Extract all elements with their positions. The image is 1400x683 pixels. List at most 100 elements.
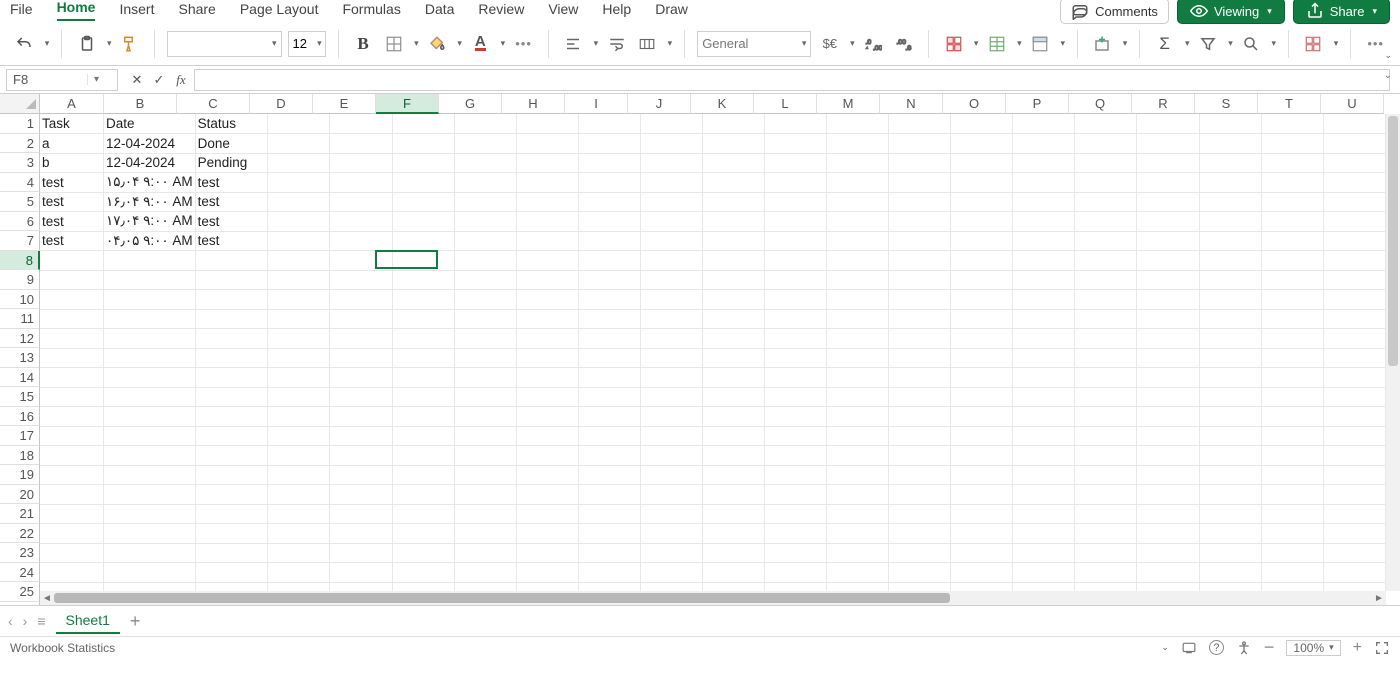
cell[interactable] [640,114,702,134]
cell[interactable] [702,270,764,290]
cell[interactable] [330,543,392,563]
cell[interactable] [268,368,330,388]
cell[interactable] [578,173,640,193]
cell[interactable] [889,368,951,388]
cell[interactable] [268,231,330,251]
cell[interactable] [104,465,196,485]
cell[interactable] [1261,387,1323,407]
menu-help[interactable]: Help [602,1,631,21]
cell[interactable] [1137,329,1199,349]
cell[interactable] [889,504,951,524]
cell[interactable] [40,524,104,544]
cell[interactable] [40,368,104,388]
cell[interactable] [578,329,640,349]
cell[interactable] [1013,426,1075,446]
cell[interactable] [951,368,1013,388]
row-header[interactable]: 11 [0,309,40,329]
cell[interactable] [392,309,454,329]
formula-input-wrap[interactable] [194,69,1390,91]
cell[interactable] [268,192,330,212]
cell[interactable] [1323,114,1385,134]
row-header[interactable]: 14 [0,368,40,388]
cell[interactable] [392,134,454,154]
cell[interactable] [951,251,1013,271]
cell[interactable] [1013,231,1075,251]
cell[interactable] [1137,543,1199,563]
menu-home[interactable]: Home [57,0,96,21]
cell[interactable] [330,134,392,154]
cell[interactable] [104,348,196,368]
cell[interactable] [1199,407,1261,427]
sort-filter-button[interactable] [1196,31,1221,57]
cell[interactable] [104,543,196,563]
cell[interactable] [1013,251,1075,271]
cell[interactable] [104,368,196,388]
cell[interactable] [516,407,578,427]
cell[interactable] [1075,329,1137,349]
cell[interactable] [827,290,889,310]
cell[interactable] [1199,212,1261,232]
cell[interactable] [454,231,516,251]
insert-cells-button[interactable] [1090,31,1115,57]
cell[interactable] [827,524,889,544]
cell[interactable] [640,192,702,212]
cell[interactable] [1075,407,1137,427]
cell[interactable] [330,446,392,466]
cell[interactable] [827,251,889,271]
cell[interactable] [640,426,702,446]
cell[interactable] [765,173,827,193]
cell[interactable]: test [40,192,104,212]
fill-color-button[interactable] [425,31,450,57]
cell[interactable] [1075,368,1137,388]
cell[interactable] [454,485,516,505]
chevron-down-icon[interactable]: ▾ [594,38,599,49]
row-header[interactable]: 21 [0,504,40,524]
cell[interactable] [1261,368,1323,388]
cell[interactable] [516,426,578,446]
cell[interactable] [1137,114,1199,134]
cell[interactable] [1199,270,1261,290]
cell[interactable] [1323,387,1385,407]
cell[interactable] [1075,543,1137,563]
row-header[interactable]: 20 [0,485,40,505]
cell[interactable]: a [40,134,104,154]
cell[interactable] [392,543,454,563]
row-header[interactable]: 2 [0,134,40,154]
cell[interactable] [516,348,578,368]
cell[interactable] [578,387,640,407]
cell[interactable] [104,329,196,349]
cell[interactable] [392,290,454,310]
chevron-down-icon[interactable]: ▾ [1228,38,1233,49]
cell[interactable] [268,465,330,485]
share-button[interactable]: Share ▾ [1293,0,1390,24]
feedback-icon[interactable] [1181,641,1197,655]
cell[interactable] [1013,290,1075,310]
font-color-button[interactable]: A [468,31,493,57]
cell[interactable] [454,134,516,154]
cell[interactable] [330,504,392,524]
column-header[interactable]: U [1321,94,1384,114]
cell[interactable] [1261,543,1323,563]
cell[interactable] [702,348,764,368]
column-header[interactable]: F [376,94,439,114]
zoom-level[interactable]: 100%▾ [1286,640,1340,656]
cell[interactable]: ۰۴٫۰۵ ۹:۰۰ AM [104,231,196,251]
cell[interactable] [195,485,268,505]
cell[interactable] [889,407,951,427]
chevron-down-icon[interactable]: ▾ [1060,38,1065,49]
zoom-in-button[interactable]: + [1353,639,1362,657]
font-size-input[interactable] [289,36,313,51]
cell[interactable] [640,387,702,407]
cell[interactable] [951,309,1013,329]
cell[interactable] [268,426,330,446]
row-header[interactable]: 23 [0,543,40,563]
cell[interactable] [1323,153,1385,173]
cell[interactable] [578,270,640,290]
column-header[interactable]: G [439,94,502,114]
sheet-prev-button[interactable]: ‹ [8,613,13,629]
column-header[interactable]: P [1006,94,1069,114]
vertical-scrollbar[interactable] [1386,114,1400,591]
cell[interactable] [330,270,392,290]
cell[interactable] [1075,485,1137,505]
column-header[interactable]: J [628,94,691,114]
